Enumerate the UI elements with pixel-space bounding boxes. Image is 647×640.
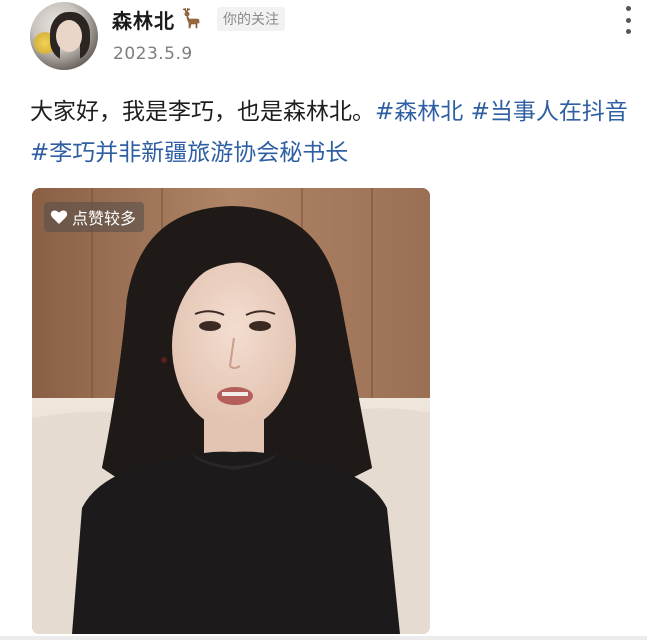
author-row: 森林北 你的关注: [112, 4, 285, 34]
divider: [0, 636, 647, 640]
author-name[interactable]: 森林北: [112, 5, 175, 34]
post-text: 大家好，我是李巧，也是森林北。#森林北 #当事人在抖音 #李巧并非新疆旅游协会秘…: [30, 92, 630, 174]
follow-status-badge: 你的关注: [217, 7, 285, 31]
hashtag-link[interactable]: #当事人在抖音: [471, 99, 628, 125]
post-date: 2023.5.9: [113, 44, 193, 64]
video-thumbnail[interactable]: 点赞较多: [32, 188, 430, 634]
avatar[interactable]: [30, 2, 98, 70]
hashtag-link[interactable]: #森林北: [375, 99, 463, 125]
hashtag-link[interactable]: #李巧并非新疆旅游协会秘书长: [30, 140, 348, 166]
like-badge: 点赞较多: [44, 202, 145, 232]
deer-icon: [182, 7, 200, 29]
like-badge-label: 点赞较多: [72, 209, 137, 228]
heart-icon: [50, 210, 68, 224]
more-vertical-icon[interactable]: [618, 6, 638, 34]
weibo-post: 森林北 你的关注 2023.5.9 大家好，我是李巧，也是森林北。#森林北 #当…: [0, 0, 647, 640]
post-intro-text: 大家好，我是李巧，也是森林北。: [30, 99, 375, 125]
video-frame-image: [32, 188, 430, 634]
